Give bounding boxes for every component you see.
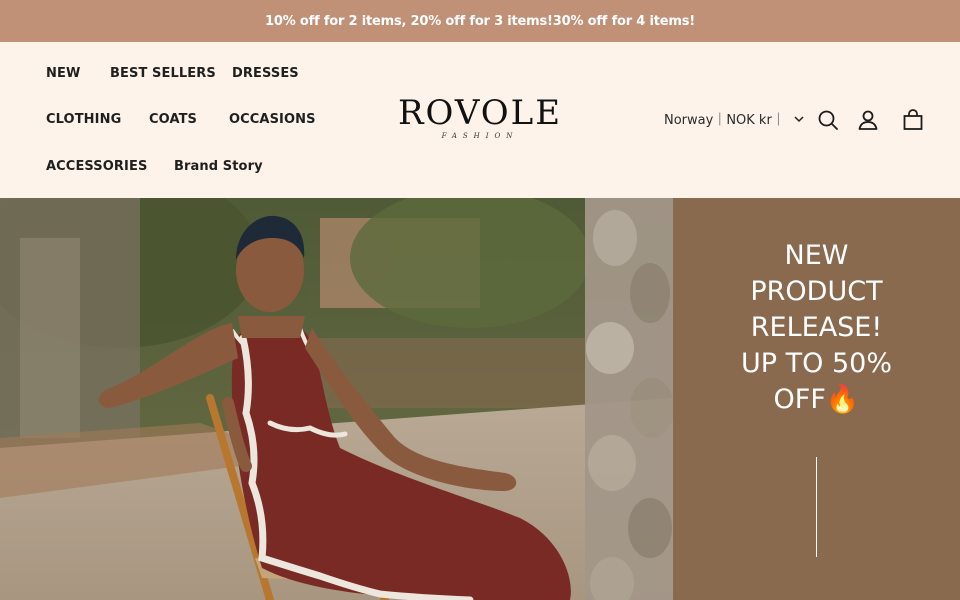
nav-clothing[interactable]: CLOTHING bbox=[46, 112, 121, 127]
search-icon[interactable] bbox=[816, 108, 840, 132]
hero-banner[interactable]: NEW PRODUCT RELEASE! UP TO 50% OFF🔥 bbox=[0, 198, 960, 600]
account-icon[interactable] bbox=[856, 108, 880, 132]
nav-coats[interactable]: COATS bbox=[149, 112, 197, 127]
hero-photo-illustration bbox=[0, 198, 673, 600]
brand-logo[interactable]: ROVOLE FASHION bbox=[380, 96, 580, 140]
nav-new[interactable]: NEW bbox=[46, 66, 80, 81]
nav-brand-story[interactable]: Brand Story bbox=[174, 159, 263, 174]
logo-tagline: FASHION bbox=[441, 132, 519, 140]
hero-photo[interactable] bbox=[0, 198, 673, 600]
nav-best-sellers[interactable]: BEST SELLERS bbox=[110, 66, 216, 81]
locale-selector[interactable]: Norway｜NOK kr｜ bbox=[664, 109, 805, 128]
cart-icon[interactable] bbox=[901, 108, 925, 132]
announcement-bar: 10% off for 2 items, 20% off for 3 items… bbox=[0, 0, 960, 42]
logo-wordmark: ROVOLE bbox=[397, 93, 563, 133]
nav-accessories[interactable]: ACCESSORIES bbox=[46, 159, 147, 174]
announcement-text: 10% off for 2 items, 20% off for 3 items… bbox=[265, 13, 695, 29]
promo-panel[interactable]: NEW PRODUCT RELEASE! UP TO 50% OFF🔥 bbox=[673, 198, 960, 600]
promo-divider bbox=[816, 457, 817, 557]
chevron-down-icon bbox=[794, 115, 804, 122]
locale-label: Norway｜NOK kr｜ bbox=[664, 113, 785, 128]
promo-headline: NEW PRODUCT RELEASE! UP TO 50% OFF🔥 bbox=[741, 240, 892, 415]
site-header: NEW BEST SELLERS DRESSES CLOTHING COATS … bbox=[0, 42, 960, 198]
nav-dresses[interactable]: DRESSES bbox=[232, 66, 299, 81]
nav-occasions[interactable]: OCCASIONS bbox=[229, 112, 316, 127]
